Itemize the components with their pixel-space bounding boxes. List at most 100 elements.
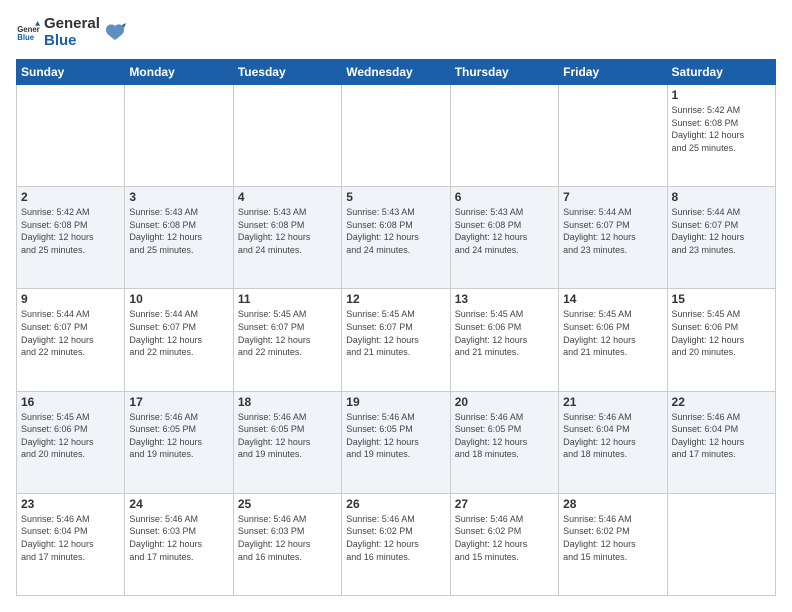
- calendar-week-1: 1 Sunrise: 5:42 AM Sunset: 6:08 PM Daylig…: [17, 85, 776, 187]
- day-number: 20: [455, 395, 554, 409]
- day-number: 8: [672, 190, 771, 204]
- calendar-week-2: 2Sunrise: 5:42 AM Sunset: 6:08 PM Daylig…: [17, 187, 776, 289]
- day-number: 16: [21, 395, 120, 409]
- day-info: Sunrise: 5:45 AM Sunset: 6:06 PM Dayligh…: [455, 308, 554, 358]
- calendar-day-11: 11 Sunrise: 5:45 AM Sunset: 6:07 PM Dayli…: [233, 289, 341, 391]
- calendar-day-7: 7 Sunrise: 5:44 AM Sunset: 6:07 PM Daylig…: [559, 187, 667, 289]
- day-number: 14: [563, 292, 662, 306]
- day-info: Sunrise: 5:46 AM Sunset: 6:05 PM Dayligh…: [129, 411, 228, 461]
- day-number: 21: [563, 395, 662, 409]
- day-info: Sunrise: 5:42 AM Sunset: 6:08 PM Dayligh…: [672, 104, 771, 154]
- day-number: 1: [672, 88, 771, 102]
- calendar-day-5: 5 Sunrise: 5:43 AM Sunset: 6:08 PM Daylig…: [342, 187, 450, 289]
- day-header-tuesday: Tuesday: [233, 60, 341, 85]
- calendar-day-22: 22Sunrise: 5:46 AM Sunset: 6:04 PM Dayli…: [667, 391, 775, 493]
- calendar-day-19: 19Sunrise: 5:46 AM Sunset: 6:05 PM Dayli…: [342, 391, 450, 493]
- calendar-day-26: 26 Sunrise: 5:46 AM Sunset: 6:02 PM Dayli…: [342, 493, 450, 595]
- svg-text:Blue: Blue: [17, 33, 35, 42]
- header: General Blue General Blue: [16, 16, 776, 49]
- page: General Blue General Blue SundayMondayTu…: [0, 0, 792, 612]
- day-info: Sunrise: 5:46 AM Sunset: 6:02 PM Dayligh…: [563, 513, 662, 563]
- day-header-friday: Friday: [559, 60, 667, 85]
- day-number: 10: [129, 292, 228, 306]
- calendar-day-25: 25 Sunrise: 5:46 AM Sunset: 6:03 PM Dayli…: [233, 493, 341, 595]
- day-info: Sunrise: 5:45 AM Sunset: 6:06 PM Dayligh…: [672, 308, 771, 358]
- calendar-day-3: 3Sunrise: 5:43 AM Sunset: 6:08 PM Daylig…: [125, 187, 233, 289]
- day-number: 5: [346, 190, 445, 204]
- calendar-day-10: 10 Sunrise: 5:44 AM Sunset: 6:07 PM Dayli…: [125, 289, 233, 391]
- day-number: 27: [455, 497, 554, 511]
- calendar-day-9: 9Sunrise: 5:44 AM Sunset: 6:07 PM Daylig…: [17, 289, 125, 391]
- calendar-empty-cell: [450, 85, 558, 187]
- logo-general: General: [44, 16, 100, 33]
- day-info: Sunrise: 5:46 AM Sunset: 6:02 PM Dayligh…: [455, 513, 554, 563]
- day-header-saturday: Saturday: [667, 60, 775, 85]
- day-number: 12: [346, 292, 445, 306]
- calendar-day-8: 8Sunrise: 5:44 AM Sunset: 6:07 PM Daylig…: [667, 187, 775, 289]
- day-info: Sunrise: 5:46 AM Sunset: 6:04 PM Dayligh…: [672, 411, 771, 461]
- day-number: 28: [563, 497, 662, 511]
- day-info: Sunrise: 5:44 AM Sunset: 6:07 PM Dayligh…: [129, 308, 228, 358]
- calendar-day-2: 2Sunrise: 5:42 AM Sunset: 6:08 PM Daylig…: [17, 187, 125, 289]
- calendar-day-21: 21Sunrise: 5:46 AM Sunset: 6:04 PM Dayli…: [559, 391, 667, 493]
- day-info: Sunrise: 5:46 AM Sunset: 6:05 PM Dayligh…: [346, 411, 445, 461]
- day-info: Sunrise: 5:46 AM Sunset: 6:03 PM Dayligh…: [129, 513, 228, 563]
- day-header-sunday: Sunday: [17, 60, 125, 85]
- calendar-day-16: 16 Sunrise: 5:45 AM Sunset: 6:06 PM Dayli…: [17, 391, 125, 493]
- calendar-empty-cell: [233, 85, 341, 187]
- calendar-day-6: 6 Sunrise: 5:43 AM Sunset: 6:08 PM Daylig…: [450, 187, 558, 289]
- day-number: 17: [129, 395, 228, 409]
- svg-text:General: General: [17, 24, 40, 33]
- day-info: Sunrise: 5:45 AM Sunset: 6:07 PM Dayligh…: [238, 308, 337, 358]
- calendar-week-5: 23 Sunrise: 5:46 AM Sunset: 6:04 PM Dayli…: [17, 493, 776, 595]
- day-info: Sunrise: 5:46 AM Sunset: 6:03 PM Dayligh…: [238, 513, 337, 563]
- day-info: Sunrise: 5:45 AM Sunset: 6:06 PM Dayligh…: [21, 411, 120, 461]
- calendar-table: SundayMondayTuesdayWednesdayThursdayFrid…: [16, 59, 776, 596]
- day-info: Sunrise: 5:43 AM Sunset: 6:08 PM Dayligh…: [455, 206, 554, 256]
- day-info: Sunrise: 5:46 AM Sunset: 6:04 PM Dayligh…: [21, 513, 120, 563]
- day-header-thursday: Thursday: [450, 60, 558, 85]
- calendar-day-27: 27 Sunrise: 5:46 AM Sunset: 6:02 PM Dayli…: [450, 493, 558, 595]
- day-info: Sunrise: 5:46 AM Sunset: 6:02 PM Dayligh…: [346, 513, 445, 563]
- logo-bird-icon: [104, 22, 126, 44]
- calendar-day-17: 17 Sunrise: 5:46 AM Sunset: 6:05 PM Dayli…: [125, 391, 233, 493]
- day-info: Sunrise: 5:46 AM Sunset: 6:05 PM Dayligh…: [238, 411, 337, 461]
- day-info: Sunrise: 5:45 AM Sunset: 6:06 PM Dayligh…: [563, 308, 662, 358]
- day-number: 15: [672, 292, 771, 306]
- day-info: Sunrise: 5:42 AM Sunset: 6:08 PM Dayligh…: [21, 206, 120, 256]
- day-number: 6: [455, 190, 554, 204]
- day-info: Sunrise: 5:44 AM Sunset: 6:07 PM Dayligh…: [21, 308, 120, 358]
- calendar-day-13: 13 Sunrise: 5:45 AM Sunset: 6:06 PM Dayli…: [450, 289, 558, 391]
- day-info: Sunrise: 5:46 AM Sunset: 6:05 PM Dayligh…: [455, 411, 554, 461]
- day-header-monday: Monday: [125, 60, 233, 85]
- day-info: Sunrise: 5:43 AM Sunset: 6:08 PM Dayligh…: [238, 206, 337, 256]
- calendar-empty-cell: [125, 85, 233, 187]
- day-number: 25: [238, 497, 337, 511]
- calendar-day-12: 12 Sunrise: 5:45 AM Sunset: 6:07 PM Dayli…: [342, 289, 450, 391]
- day-number: 23: [21, 497, 120, 511]
- day-info: Sunrise: 5:45 AM Sunset: 6:07 PM Dayligh…: [346, 308, 445, 358]
- logo-blue: Blue: [44, 33, 100, 50]
- calendar-day-23: 23 Sunrise: 5:46 AM Sunset: 6:04 PM Dayli…: [17, 493, 125, 595]
- day-number: 4: [238, 190, 337, 204]
- calendar-day-14: 14 Sunrise: 5:45 AM Sunset: 6:06 PM Dayli…: [559, 289, 667, 391]
- day-number: 26: [346, 497, 445, 511]
- calendar-day-18: 18Sunrise: 5:46 AM Sunset: 6:05 PM Dayli…: [233, 391, 341, 493]
- calendar-day-4: 4 Sunrise: 5:43 AM Sunset: 6:08 PM Daylig…: [233, 187, 341, 289]
- day-header-wednesday: Wednesday: [342, 60, 450, 85]
- calendar-empty-cell: [559, 85, 667, 187]
- day-info: Sunrise: 5:44 AM Sunset: 6:07 PM Dayligh…: [563, 206, 662, 256]
- logo: General Blue General Blue: [16, 16, 126, 49]
- day-info: Sunrise: 5:43 AM Sunset: 6:08 PM Dayligh…: [346, 206, 445, 256]
- day-number: 3: [129, 190, 228, 204]
- calendar-day-24: 24 Sunrise: 5:46 AM Sunset: 6:03 PM Dayli…: [125, 493, 233, 595]
- day-number: 11: [238, 292, 337, 306]
- day-number: 13: [455, 292, 554, 306]
- calendar-empty-cell: [17, 85, 125, 187]
- calendar-day-15: 15 Sunrise: 5:45 AM Sunset: 6:06 PM Dayli…: [667, 289, 775, 391]
- day-number: 7: [563, 190, 662, 204]
- calendar-empty-cell: [667, 493, 775, 595]
- calendar-header-row: SundayMondayTuesdayWednesdayThursdayFrid…: [17, 60, 776, 85]
- day-number: 24: [129, 497, 228, 511]
- calendar-day-1: 1 Sunrise: 5:42 AM Sunset: 6:08 PM Daylig…: [667, 85, 775, 187]
